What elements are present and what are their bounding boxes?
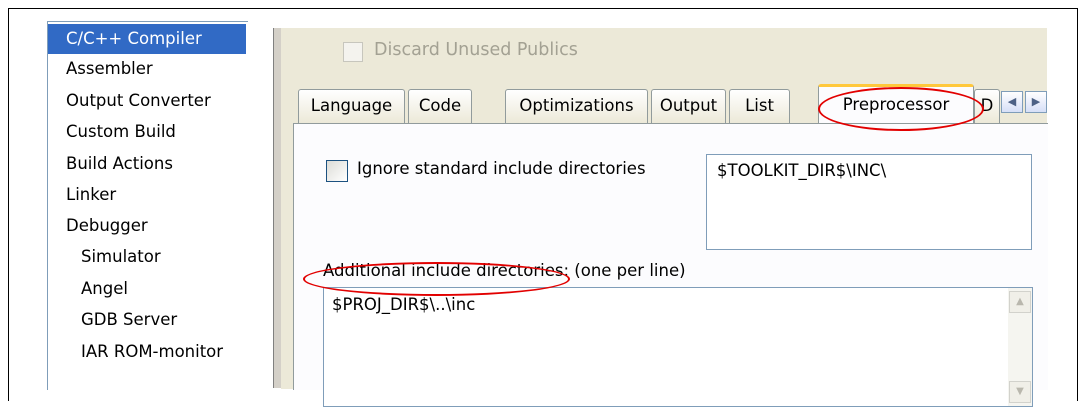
category-item-custom-build[interactable]: Custom Build — [48, 117, 246, 147]
category-item-output-converter[interactable]: Output Converter — [48, 86, 246, 116]
standard-include-directories-text: $TOOLKIT_DIR$\INC\ — [717, 161, 887, 180]
ignore-standard-include-label: Ignore standard include directories — [357, 159, 646, 178]
category-item-linker[interactable]: Linker — [48, 180, 246, 210]
category-item-debugger[interactable]: Debugger — [48, 211, 246, 241]
category-item-simulator[interactable]: Simulator — [48, 242, 246, 272]
preprocessor-tab-page: Ignore standard include directories $TOO… — [293, 123, 1048, 407]
ignore-standard-include-checkbox[interactable] — [326, 160, 348, 182]
discard-unused-publics-checkbox — [343, 42, 363, 62]
category-item-build-actions[interactable]: Build Actions — [48, 149, 246, 179]
tab-diagnostics-partial[interactable]: D — [974, 89, 1000, 123]
category-item-c-cpp-compiler[interactable]: C/C++ Compiler — [48, 24, 246, 54]
additional-include-label: Additional include directories: (one per… — [323, 261, 686, 280]
tab-output[interactable]: Output — [651, 89, 726, 123]
category-item-iar-rom-monitor[interactable]: IAR ROM-monitor — [48, 337, 246, 367]
scroll-up-button[interactable]: ▲ — [1009, 291, 1031, 313]
tab-language[interactable]: Language — [298, 89, 405, 123]
tab-optimizations[interactable]: Optimizations — [505, 89, 648, 123]
category-list: C/C++ Compiler Assembler Output Converte… — [47, 21, 248, 390]
category-item-gdb-server[interactable]: GDB Server — [48, 305, 246, 335]
tab-scroll-left-button[interactable]: ◀ — [1001, 91, 1023, 113]
options-panel: Discard Unused Publics Language Code Opt… — [281, 28, 1048, 407]
tab-preprocessor[interactable]: Preprocessor — [818, 84, 974, 124]
standard-include-directories-field[interactable]: $TOOLKIT_DIR$\INC\ — [706, 154, 1032, 250]
tab-list[interactable]: List — [729, 89, 790, 123]
category-item-assembler[interactable]: Assembler — [48, 54, 246, 84]
additional-include-directories-textarea[interactable]: $PROJ_DIR$\..\inc ▲ ▼ — [323, 287, 1033, 407]
tab-scroll-right-button[interactable]: ▶ — [1025, 91, 1047, 113]
additional-include-scrollbar[interactable]: ▲ ▼ — [1008, 288, 1032, 406]
additional-include-directories-text: $PROJ_DIR$\..\inc — [332, 295, 476, 314]
tab-code[interactable]: Code — [408, 89, 472, 123]
category-item-angel[interactable]: Angel — [48, 274, 246, 304]
discard-unused-publics-label: Discard Unused Publics — [374, 40, 578, 60]
scroll-down-button[interactable]: ▼ — [1009, 381, 1031, 403]
